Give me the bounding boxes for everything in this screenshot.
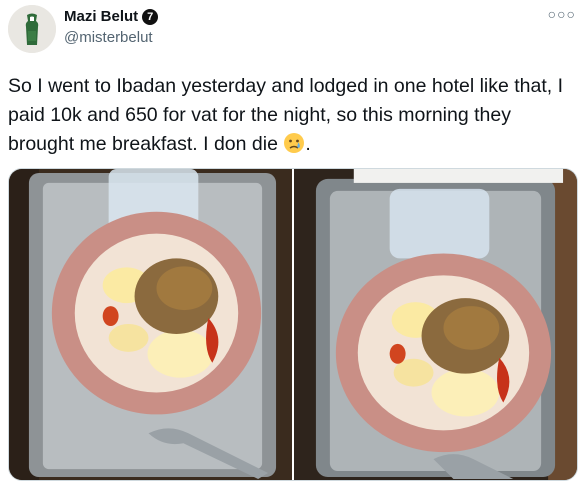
breakfast-photo-2[interactable]: [294, 169, 577, 480]
tweet-text-end: .: [305, 133, 311, 155]
tweet[interactable]: Mazi Belut 7 @misterbelut ○○○ So I went …: [0, 0, 586, 483]
breakfast-photo-1[interactable]: [9, 169, 292, 480]
media-grid: [8, 168, 578, 481]
crying-face-icon: [283, 132, 305, 154]
avatar[interactable]: [8, 5, 56, 53]
handle[interactable]: @misterbelut: [64, 29, 153, 46]
avatar-image: [8, 5, 56, 53]
tweet-text: So I went to Ibadan yesterday and lodged…: [8, 72, 578, 159]
more-icon[interactable]: ○○○: [548, 6, 576, 22]
name-row: Mazi Belut 7: [64, 8, 159, 25]
display-name[interactable]: Mazi Belut: [64, 8, 138, 25]
verified-badge-icon: 7: [142, 8, 159, 25]
